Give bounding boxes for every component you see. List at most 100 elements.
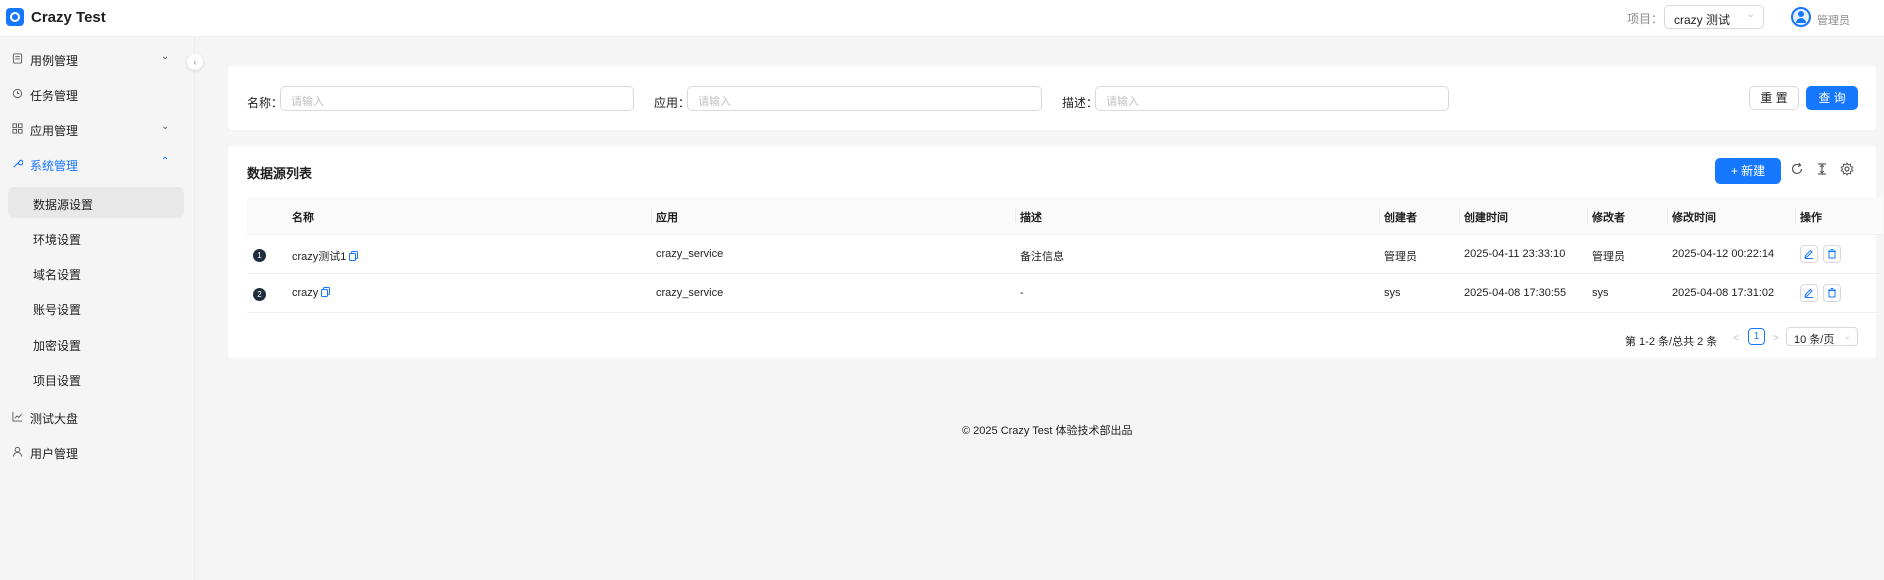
project-select-value: crazy 测试 (1674, 13, 1731, 27)
name-filter-label: 名称： (247, 96, 284, 110)
wrench-icon (13, 159, 23, 168)
new-button-label: 新建 (1741, 164, 1766, 178)
delete-button[interactable] (1823, 284, 1841, 302)
column-divider (1015, 208, 1016, 223)
table-row: 1 crazy测试1 crazy_service 备注信息 管理员 2025-0… (247, 235, 1883, 274)
project-select[interactable]: crazy 测试 ⌄ (1664, 5, 1764, 29)
cell-app: crazy_service (656, 287, 724, 299)
sidebar-subitem-label: 项目设置 (33, 374, 82, 388)
sidebar-item-case-management[interactable]: 用例管理 ⌄ (8, 44, 184, 74)
column-divider (1587, 208, 1588, 223)
list-panel: 数据源列表 + 新建 名称 应用 描述 创建者 创建时间 修改者 修改时间 操作… (228, 146, 1883, 358)
cell-name-text: crazy (292, 287, 319, 299)
cell-modifier: 管理员 (1592, 251, 1625, 263)
sidebar-item-label: 任务管理 (30, 89, 79, 103)
row-index-badge: 1 (253, 249, 266, 262)
sidebar-subitem-label: 域名设置 (33, 268, 82, 282)
chevron-down-icon: ⌄ (1746, 9, 1755, 20)
table-header: 名称 应用 描述 创建者 创建时间 修改者 修改时间 操作 (247, 197, 1883, 235)
user-icon (12, 446, 23, 457)
sidebar-item-label: 测试大盘 (30, 412, 79, 426)
name-filter-input[interactable]: 请输入 (280, 86, 634, 111)
sidebar: 用例管理 ⌄ 任务管理 应用管理 ⌄ 系统管理 ⌃ 数据源设置 环境设置 域名设… (0, 37, 195, 580)
column-divider (1459, 208, 1460, 223)
chart-icon (12, 411, 23, 422)
page-size-select[interactable]: 10 条/页 ⌄ (1786, 327, 1858, 346)
sidebar-item-app-management[interactable]: 应用管理 ⌄ (8, 114, 184, 144)
cell-created: 2025-04-08 17:30:55 (1464, 287, 1567, 299)
row-index-badge: 2 (253, 288, 266, 301)
copy-icon[interactable] (349, 251, 359, 261)
column-divider (1667, 208, 1668, 223)
copy-icon[interactable] (321, 287, 331, 297)
sidebar-item-dashboard[interactable]: 测试大盘 (8, 402, 184, 432)
edit-button[interactable] (1800, 245, 1818, 263)
app-title: Crazy Test (31, 9, 106, 26)
column-header-name: 名称 (292, 212, 314, 224)
sidebar-subitem-datasource[interactable]: 数据源设置 (8, 187, 184, 218)
density-icon[interactable] (1815, 162, 1829, 176)
cell-modifier: sys (1592, 287, 1609, 299)
settings-gear-icon[interactable] (1840, 162, 1854, 176)
pagination-page-current[interactable]: 1 (1748, 328, 1765, 345)
reset-button[interactable]: 重 置 (1749, 86, 1799, 110)
cell-name-text: crazy测试1 (292, 251, 347, 263)
sidebar-subitem-domain[interactable]: 域名设置 (8, 257, 184, 288)
avatar[interactable] (1791, 7, 1811, 27)
pagination-next[interactable]: > (1773, 333, 1779, 344)
edit-button[interactable] (1800, 284, 1818, 302)
filter-panel: 名称： 请输入 应用： 请输入 描述： 请输入 重 置 查 询 (228, 66, 1876, 130)
sidebar-item-label: 用户管理 (30, 447, 79, 461)
desc-filter-label: 描述： (1062, 96, 1099, 110)
sidebar-subitem-label: 账号设置 (33, 303, 82, 317)
desc-filter-input[interactable]: 请输入 (1095, 86, 1449, 111)
cell-name: crazy (292, 287, 331, 299)
cell-desc: 备注信息 (1020, 251, 1064, 263)
sidebar-collapse-button[interactable]: ‹ (187, 54, 203, 70)
refresh-icon[interactable] (1790, 162, 1804, 176)
sidebar-subitem-label: 数据源设置 (33, 198, 94, 212)
page-size-value: 10 条/页 (1794, 334, 1835, 346)
footer-copyright: © 2025 Crazy Test 体验技术部出品 (962, 425, 1133, 437)
column-header-created: 创建时间 (1464, 212, 1508, 224)
plus-icon: + (1730, 164, 1738, 178)
sidebar-item-label: 应用管理 (30, 124, 79, 138)
sidebar-item-task-management[interactable]: 任务管理 (8, 79, 184, 109)
sidebar-subitem-environment[interactable]: 环境设置 (8, 222, 184, 253)
sidebar-subitem-encryption[interactable]: 加密设置 (8, 328, 184, 359)
sidebar-subitem-label: 加密设置 (33, 339, 82, 353)
sidebar-subitem-project[interactable]: 项目设置 (8, 363, 184, 394)
cell-modified: 2025-04-12 00:22:14 (1672, 248, 1775, 260)
app-filter-label: 应用： (654, 96, 691, 110)
column-header-app: 应用 (656, 212, 678, 224)
pagination-summary: 第 1-2 条/总共 2 条 (1625, 336, 1718, 348)
cell-created: 2025-04-11 23:33:10 (1464, 248, 1566, 260)
app-filter-input[interactable]: 请输入 (687, 86, 1042, 111)
chevron-down-icon: ⌄ (161, 121, 170, 132)
sidebar-item-label: 用例管理 (30, 54, 79, 68)
sidebar-item-label: 系统管理 (30, 159, 79, 173)
new-button[interactable]: + 新建 (1715, 158, 1781, 184)
top-header: Crazy Test 项目： crazy 测试 ⌄ 管理员 (0, 0, 1884, 37)
cell-name: crazy测试1 (292, 248, 359, 264)
delete-button[interactable] (1823, 245, 1841, 263)
column-header-creator: 创建者 (1384, 212, 1417, 224)
sidebar-item-system-management[interactable]: 系统管理 ⌃ (8, 149, 184, 179)
trash-icon (1828, 288, 1836, 298)
sidebar-subitem-account[interactable]: 账号设置 (8, 292, 184, 323)
sidebar-subitem-label: 环境设置 (33, 233, 82, 247)
column-divider (1379, 208, 1380, 223)
sidebar-item-user-management[interactable]: 用户管理 (8, 437, 184, 467)
cell-creator: sys (1384, 287, 1401, 299)
edit-icon (1804, 249, 1813, 259)
list-title: 数据源列表 (247, 166, 313, 181)
column-divider (651, 208, 652, 223)
pagination-prev[interactable]: < (1733, 333, 1739, 344)
edit-icon (1804, 288, 1813, 298)
clock-icon (12, 88, 23, 99)
chevron-down-icon: ⌄ (161, 51, 170, 62)
query-button[interactable]: 查 询 (1806, 86, 1858, 110)
trash-icon (1828, 249, 1836, 259)
project-label: 项目： (1627, 12, 1664, 26)
user-name[interactable]: 管理员 (1817, 12, 1850, 28)
